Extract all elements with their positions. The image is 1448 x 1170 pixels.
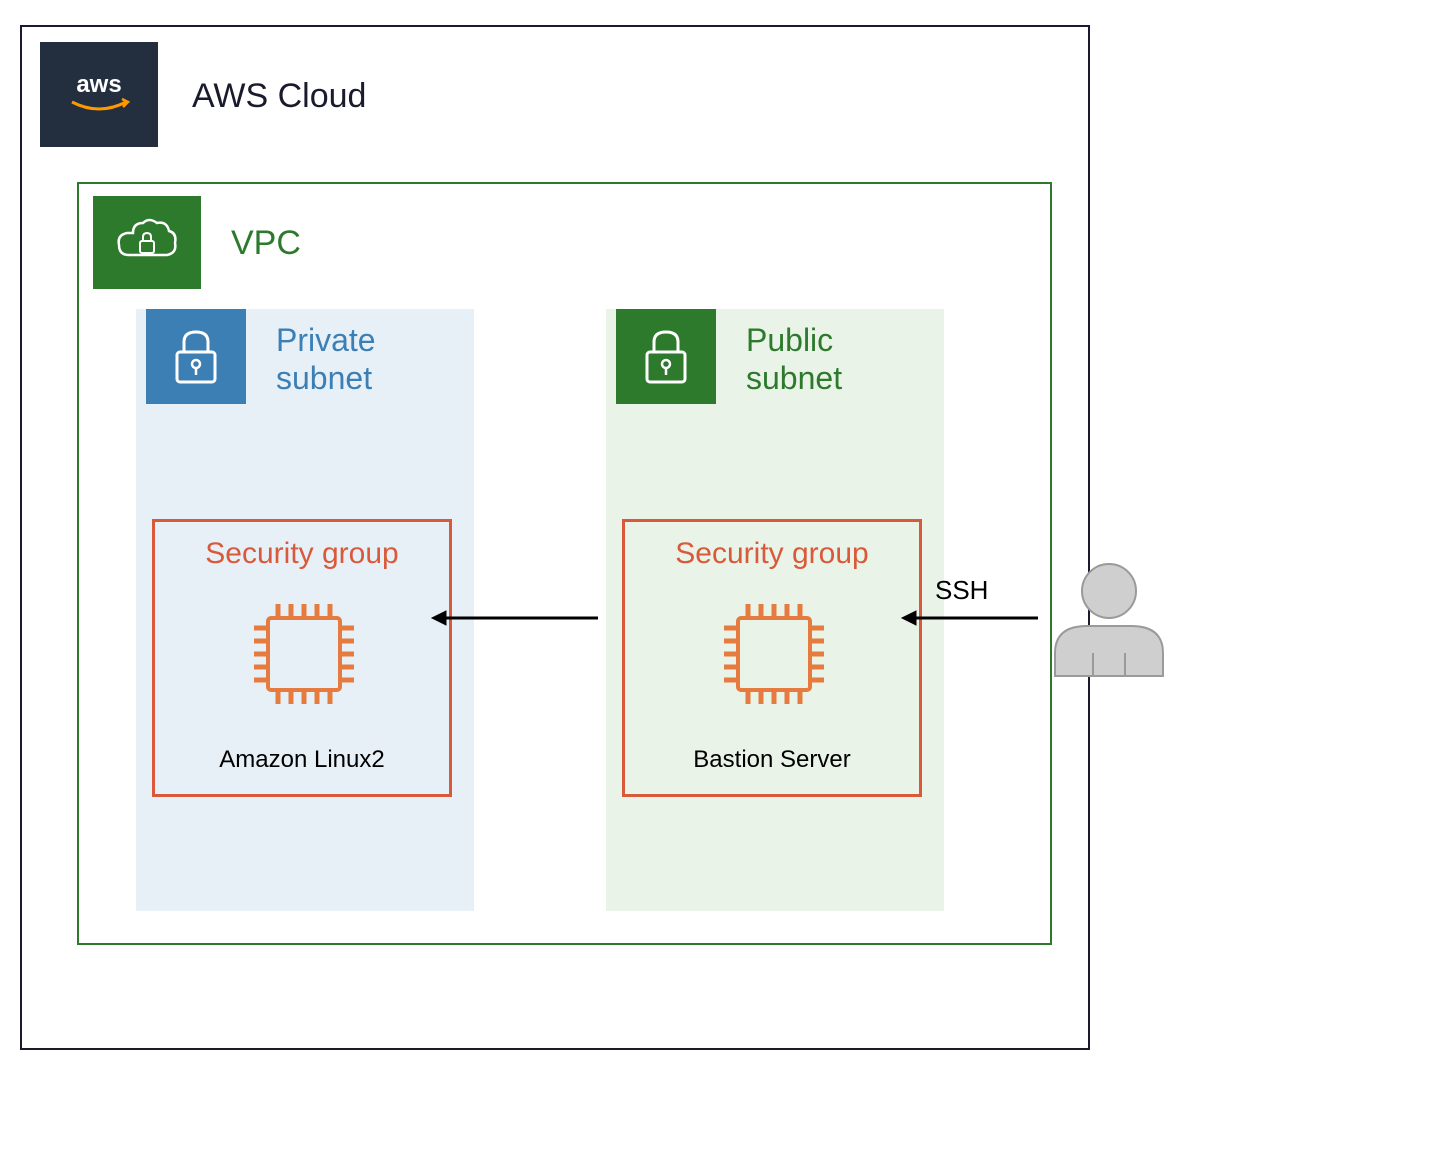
vpc-container: VPC Private subnet Security group — [77, 182, 1052, 945]
instance-label: Amazon Linux2 — [155, 746, 449, 774]
aws-cloud-label: AWS Cloud — [192, 77, 366, 116]
aws-logo-icon: aws — [40, 42, 158, 147]
arrow-user-to-bastion — [900, 608, 1040, 628]
private-subnet-label: Private subnet — [276, 321, 376, 398]
private-subnet-icon — [146, 309, 246, 404]
private-security-group: Security group — [152, 519, 452, 797]
user-icon — [1037, 558, 1182, 683]
public-security-group: Security group — [622, 519, 922, 797]
instance-label: Bastion Server — [625, 746, 919, 774]
aws-cloud-container: aws AWS Cloud VPC Private sub — [20, 25, 1090, 1050]
public-subnet-container: Public subnet Security group — [606, 309, 944, 911]
svg-text:aws: aws — [76, 71, 121, 98]
vpc-icon — [93, 196, 201, 289]
ec2-instance-icon — [710, 590, 838, 718]
public-subnet-icon — [616, 309, 716, 404]
ec2-instance-icon — [240, 590, 368, 718]
security-group-label: Security group — [155, 537, 449, 571]
arrow-bastion-to-private — [430, 608, 600, 628]
private-subnet-container: Private subnet Security group — [136, 309, 474, 911]
public-subnet-label: Public subnet — [746, 321, 842, 398]
ssh-connection-label: SSH — [935, 575, 988, 606]
vpc-label: VPC — [231, 224, 301, 263]
security-group-label: Security group — [625, 537, 919, 571]
